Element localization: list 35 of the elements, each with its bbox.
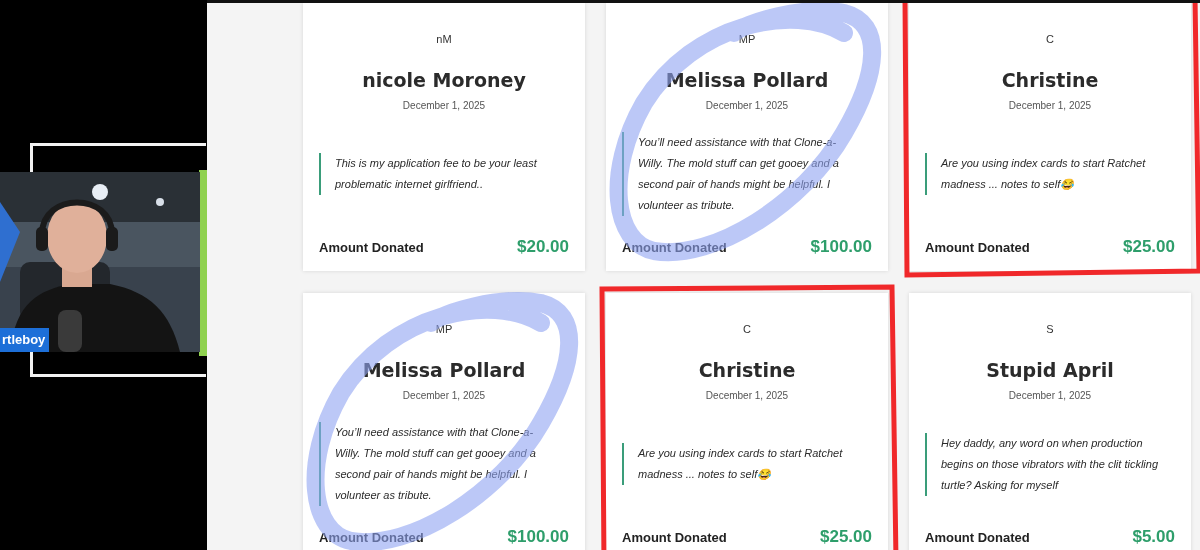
donation-date: December 1, 2025 bbox=[705, 100, 789, 111]
donor-initials: nM bbox=[436, 33, 452, 45]
donation-message: Are you using index cards to start Ratchet madness ... notes to self😂 bbox=[622, 443, 856, 485]
amount-label: Amount Donated bbox=[319, 239, 424, 255]
donor-name: Christine bbox=[1001, 69, 1099, 91]
donation-date: December 1, 2025 bbox=[1008, 100, 1092, 111]
donor-initials: C bbox=[1046, 33, 1054, 45]
donation-message: Are you using index cards to start Ratchet madness ... notes to self😂 bbox=[925, 153, 1159, 195]
donor-initials: MP bbox=[435, 323, 453, 335]
donation-date: December 1, 2025 bbox=[402, 100, 486, 111]
donation-message: You’ll need assistance with that Clone-a-Willy. The mold stuff can get gooey and a second pair of hands might be helpful. I volunteer as tribute. bbox=[319, 422, 553, 506]
name-tag: rtleboy bbox=[0, 328, 50, 352]
amount-value: $100.00 bbox=[810, 237, 872, 257]
donor-name: Melissa Pollard bbox=[665, 69, 829, 91]
donor-name: nicole Moroney bbox=[362, 69, 526, 91]
amount-value: $20.00 bbox=[517, 237, 569, 257]
donation-message: You’ll need assistance with that Clone-a-Willy. The mold stuff can get gooey and a second pair of hands might be helpful. I volunteer as tribute. bbox=[622, 132, 856, 216]
amount-label: Amount Donated bbox=[925, 529, 1030, 545]
donor-name: Melissa Pollard bbox=[362, 359, 526, 381]
amount-value: $100.00 bbox=[507, 527, 569, 547]
donation-date: December 1, 2025 bbox=[1008, 390, 1092, 401]
donor-name: Stupid April bbox=[986, 359, 1114, 381]
donation-message: This is my application fee to be your least problematic internet girlfriend.. bbox=[319, 153, 553, 195]
donor-name: Christine bbox=[698, 359, 796, 381]
amount-label: Amount Donated bbox=[622, 529, 727, 545]
amount-value: $5.00 bbox=[1132, 527, 1175, 547]
amount-value: $25.00 bbox=[1123, 237, 1175, 257]
donation-date: December 1, 2025 bbox=[402, 390, 486, 401]
donation-message: Hey daddy, any word on when production begins on those vibrators with the clit tickling turtle? Asking for myself bbox=[925, 432, 1159, 496]
donation-date: December 1, 2025 bbox=[705, 390, 789, 401]
donor-initials: S bbox=[1046, 323, 1054, 335]
amount-value: $25.00 bbox=[820, 527, 872, 547]
donor-initials: MP bbox=[738, 33, 756, 45]
donor-initials: C bbox=[743, 323, 751, 335]
amount-label: Amount Donated bbox=[925, 239, 1030, 255]
